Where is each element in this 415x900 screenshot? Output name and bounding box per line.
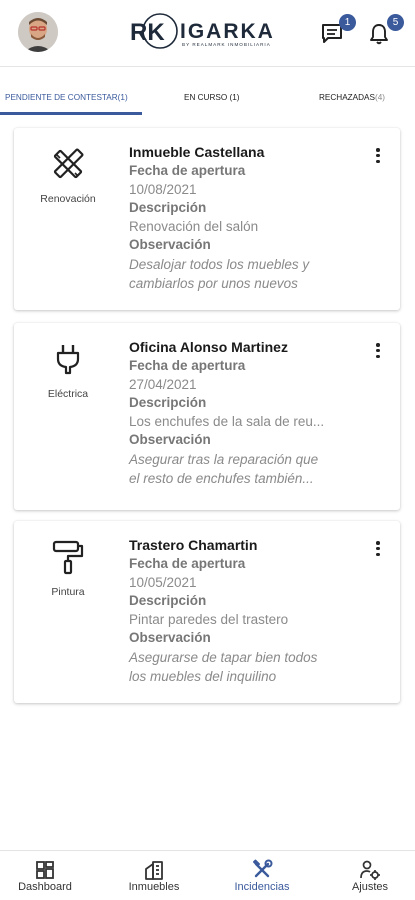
description-text: Los enchufes de la sala de reu... [129, 413, 325, 429]
incident-details: Oficina Alonso Martinez Fecha de apertur… [129, 337, 359, 488]
messages-button[interactable]: 1 [320, 14, 356, 46]
description-label: Descripción [129, 395, 207, 410]
observation-label: Observación [129, 237, 211, 252]
nav-inmuebles[interactable]: Inmuebles [109, 851, 199, 900]
incident-details: Inmueble Castellana Fecha de apertura 10… [129, 142, 359, 293]
app-header: RK IGARKA BY REALMARK INMOBILIARIA 1 5 [0, 0, 415, 66]
opening-date-label: Fecha de apertura [129, 358, 246, 373]
building-icon [145, 861, 163, 880]
observation-line-1: Asegurarse de tapar bien todos [129, 649, 318, 665]
tab-pendiente[interactable]: PENDIENTE DE CONTESTAR(1) [5, 93, 128, 102]
nav-ajustes[interactable]: Ajustes [325, 851, 415, 900]
nav-incidencias[interactable]: Incidencias [217, 851, 307, 900]
more-options-icon[interactable] [374, 541, 382, 559]
bottom-navigation: Dashboard Inmuebles Incidencias Ajustes [0, 850, 415, 900]
tab-rechazadas[interactable]: RECHAZADAS(4) [319, 93, 385, 102]
paint-roller-icon [52, 540, 84, 575]
avatar-photo [18, 12, 58, 52]
nav-incidencias-label: Incidencias [234, 881, 290, 893]
plug-icon [56, 345, 80, 375]
incident-category: Pintura [51, 586, 85, 598]
observation-line-2: los muebles del inquilino [129, 668, 277, 684]
description-text: Pintar paredes del trastero [129, 611, 289, 627]
more-options-icon[interactable] [374, 148, 382, 166]
opening-date-label: Fecha de apertura [129, 163, 246, 178]
observation-line-1: Asegurar tras la reparación que [129, 451, 319, 467]
observation-line-1: Desalojar todos los muebles y [129, 256, 310, 272]
opening-date: 10/08/2021 [129, 181, 197, 197]
wrench-hammer-icon [253, 859, 273, 878]
app-logo: RK IGARKA BY REALMARK INMOBILIARIA [130, 12, 290, 50]
status-tabs: PENDIENTE DE CONTESTAR(1) EN CURSO (1) R… [0, 66, 415, 115]
tab-en-curso[interactable]: EN CURSO (1) [184, 93, 240, 102]
incident-category: Renovación [40, 193, 96, 205]
logo-mark-text: RK [130, 19, 165, 46]
tools-icon [53, 148, 84, 179]
description-label: Descripción [129, 593, 207, 608]
more-options-icon[interactable] [374, 343, 382, 361]
nav-dashboard-label: Dashboard [18, 881, 72, 893]
dashboard-icon [36, 861, 54, 879]
incident-title: Trastero Chamartin [129, 537, 258, 553]
incident-card[interactable]: Renovación Inmueble Castellana Fecha de … [14, 128, 400, 310]
tab-active-indicator [0, 112, 142, 115]
nav-dashboard[interactable]: Dashboard [0, 851, 90, 900]
messages-badge: 1 [339, 14, 356, 31]
observation-label: Observación [129, 630, 211, 645]
opening-date: 27/04/2021 [129, 376, 197, 392]
nav-ajustes-label: Ajustes [351, 881, 389, 893]
incident-card[interactable]: Pintura Trastero Chamartin Fecha de aper… [14, 521, 400, 703]
description-text: Renovación del salón [129, 218, 259, 234]
opening-date-label: Fecha de apertura [129, 556, 246, 571]
logo-text: IGARKA [180, 20, 275, 43]
notifications-button[interactable]: 5 [368, 14, 404, 46]
description-label: Descripción [129, 200, 207, 215]
incident-category: Eléctrica [47, 388, 89, 400]
avatar[interactable] [18, 12, 58, 52]
incident-card[interactable]: Eléctrica Oficina Alonso Martinez Fecha … [14, 323, 400, 510]
logo-subtitle: BY REALMARK INMOBILIARIA [182, 42, 271, 47]
observation-line-2: el resto de enchufes también... [129, 470, 314, 486]
observation-line-2: cambiarlos por unos nuevos [129, 275, 298, 291]
tab-rechazadas-label: RECHAZADAS [319, 93, 375, 102]
incident-title: Oficina Alonso Martinez [129, 339, 288, 355]
notifications-badge: 5 [387, 14, 404, 31]
rk-logo-mark: RK [130, 13, 178, 49]
observation-label: Observación [129, 432, 211, 447]
incident-details: Trastero Chamartin Fecha de apertura 10/… [129, 535, 359, 686]
user-settings-icon [360, 860, 380, 880]
nav-inmuebles-label: Inmuebles [128, 881, 180, 893]
opening-date: 10/05/2021 [129, 574, 197, 590]
tab-rechazadas-count: (4) [374, 93, 385, 102]
incident-title: Inmueble Castellana [129, 144, 265, 160]
